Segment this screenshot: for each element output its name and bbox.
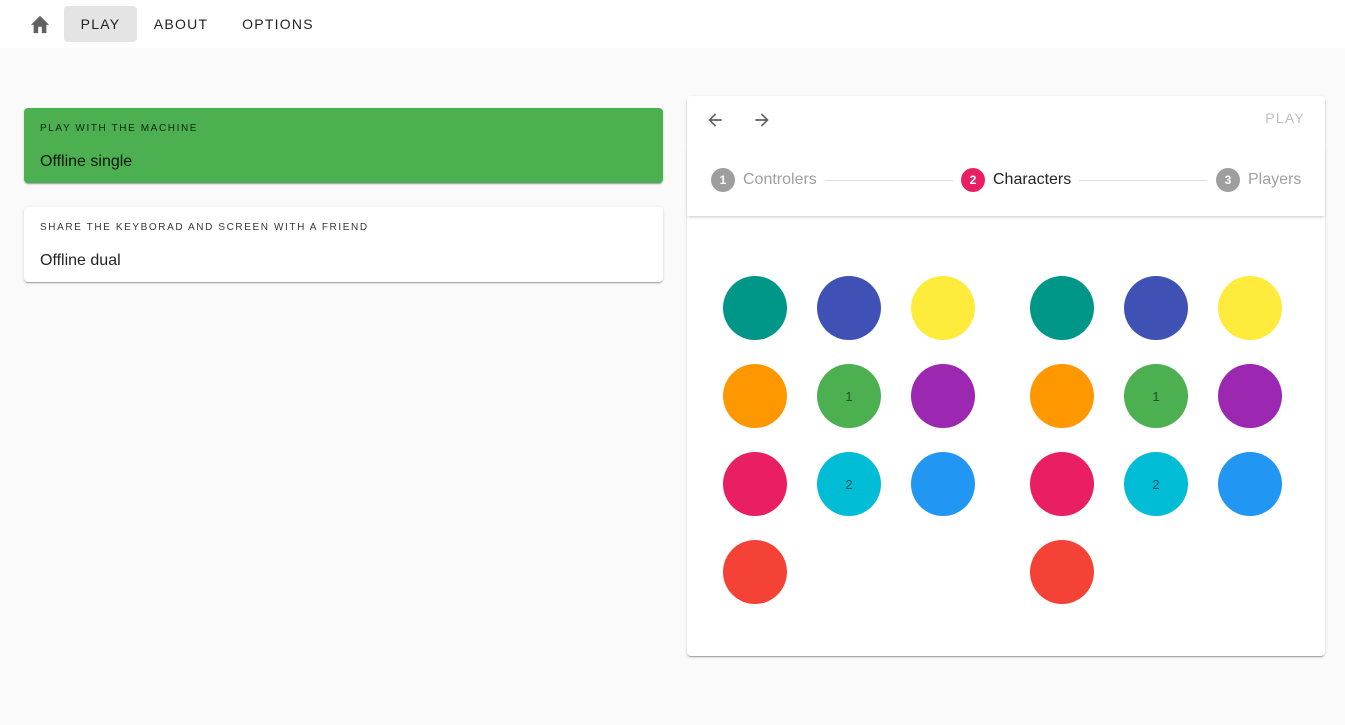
character-selection-area: 12 12 bbox=[687, 216, 1325, 656]
mode-card-offline-dual[interactable]: SHARE THE KEYBORAD AND SCREEN WITH A FRI… bbox=[24, 207, 663, 282]
step-controlers[interactable]: 1 Controlers bbox=[711, 168, 817, 192]
nav-about-button[interactable]: ABOUT bbox=[138, 6, 224, 42]
character-swatch[interactable]: 1 bbox=[817, 364, 881, 428]
character-swatch[interactable] bbox=[1218, 276, 1282, 340]
character-swatch[interactable] bbox=[1030, 364, 1094, 428]
step-number-badge: 1 bbox=[711, 168, 735, 192]
character-swatch[interactable] bbox=[1124, 276, 1188, 340]
step-label: Characters bbox=[993, 171, 1072, 188]
mode-card-overline: PLAY WITH THE MACHINE bbox=[40, 123, 199, 134]
character-swatch[interactable] bbox=[1030, 540, 1094, 604]
step-players[interactable]: 3 Players bbox=[1216, 168, 1301, 192]
character-swatch[interactable] bbox=[1030, 276, 1094, 340]
mode-card-offline-single[interactable]: PLAY WITH THE MACHINE Offline single bbox=[24, 108, 663, 183]
character-swatch[interactable] bbox=[723, 276, 787, 340]
nav-play-button[interactable]: PLAY bbox=[64, 6, 137, 42]
player-1-character-grid: 12 bbox=[723, 276, 997, 616]
stepper-toolbar: PLAY bbox=[687, 96, 1325, 144]
back-button[interactable] bbox=[699, 104, 731, 136]
play-button[interactable]: PLAY bbox=[1265, 110, 1305, 126]
character-swatch[interactable] bbox=[1218, 452, 1282, 516]
character-swatch[interactable] bbox=[723, 540, 787, 604]
step-connector bbox=[825, 180, 953, 181]
home-button[interactable] bbox=[24, 8, 56, 40]
mode-card-title: Offline single bbox=[40, 153, 133, 170]
forward-button[interactable] bbox=[746, 104, 778, 136]
character-swatch[interactable]: 2 bbox=[1124, 452, 1188, 516]
mode-card-overline: SHARE THE KEYBORAD AND SCREEN WITH A FRI… bbox=[40, 222, 369, 233]
setup-stepper-panel: PLAY 1 Controlers 2 Characters 3 Players… bbox=[687, 96, 1325, 656]
nav-options-button[interactable]: OPTIONS bbox=[226, 6, 330, 42]
character-swatch[interactable]: 1 bbox=[1124, 364, 1188, 428]
step-number-badge: 3 bbox=[1216, 168, 1240, 192]
player-2-character-grid: 12 bbox=[1030, 276, 1304, 616]
character-swatch[interactable] bbox=[911, 364, 975, 428]
mode-card-title: Offline dual bbox=[40, 252, 121, 269]
arrow-right-icon bbox=[755, 113, 769, 127]
top-nav-bar: PLAY ABOUT OPTIONS bbox=[0, 0, 1345, 48]
step-label: Players bbox=[1248, 171, 1302, 188]
character-swatch[interactable] bbox=[911, 276, 975, 340]
character-swatch[interactable] bbox=[1218, 364, 1282, 428]
character-swatch[interactable] bbox=[817, 276, 881, 340]
character-swatch[interactable] bbox=[723, 452, 787, 516]
stepper-header: 1 Controlers 2 Characters 3 Players bbox=[687, 144, 1325, 216]
step-connector bbox=[1079, 180, 1207, 181]
step-label: Controlers bbox=[743, 171, 817, 188]
home-icon bbox=[30, 15, 50, 34]
character-swatch[interactable] bbox=[1030, 452, 1094, 516]
arrow-left-icon bbox=[708, 113, 722, 127]
step-number-badge: 2 bbox=[961, 168, 985, 192]
character-swatch[interactable]: 2 bbox=[817, 452, 881, 516]
character-swatch[interactable] bbox=[911, 452, 975, 516]
step-characters[interactable]: 2 Characters bbox=[961, 168, 1071, 192]
character-swatch[interactable] bbox=[723, 364, 787, 428]
